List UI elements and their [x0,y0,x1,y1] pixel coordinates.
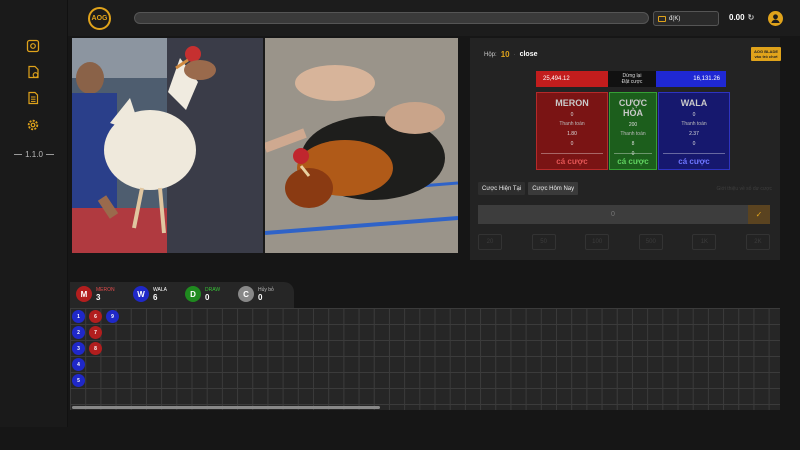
announcement-bar [134,12,649,24]
app-root: 1.1.0 AOG đ(K) 0.00 ↻ Hộp: 10 · close AO… [0,0,800,450]
draw-bet-card[interactable]: CƯỢC HÒA 200 Thanh toán 8 0 cá cược [609,92,657,170]
wala-ball: W [133,286,149,302]
legend-draw: D DRAW 0 [185,286,220,302]
meron-name: MERON [555,98,589,108]
meron-bet-card[interactable]: MERON 0 Thanh toán 1.80 0 cá cược [536,92,608,170]
wala-name: WALA [680,98,708,108]
refresh-icon[interactable]: ↻ [748,13,755,22]
round-label: Hộp: [484,51,497,58]
document-list-icon[interactable] [26,91,40,105]
divider [14,154,23,155]
chip-row: 20 50 100 500 1K 2K [478,234,770,250]
draw-name: CƯỢC HÒA [618,98,648,118]
legend-cancel-count: 0 [258,292,263,302]
balance: 0.00 ↻ [729,13,754,22]
wala-my-bet: 0 [692,141,696,147]
result-ball: 2 [72,326,85,339]
chip-500[interactable]: 500 [638,234,663,250]
legend-wala: W WALA 6 [133,286,167,302]
wallet-icon [658,15,666,22]
draw-bet-button[interactable]: cá cược [614,153,652,166]
bet-amount-input[interactable]: 0 [478,211,748,218]
meron-odds: 1.80 [567,131,577,137]
balance-value: 0.00 [729,13,745,22]
legend-meron: M MERON 3 [76,286,115,302]
chip-100[interactable]: 100 [585,234,610,250]
wallet-chip[interactable]: đ(K) [653,11,719,26]
chip-20[interactable]: 20 [478,234,502,250]
legend-meron-count: 3 [96,292,101,302]
logo[interactable]: AOG [88,7,111,30]
wallet-doc-icon[interactable] [26,65,40,79]
wala-payout-label: Thanh toán [681,121,707,127]
meron-ball: M [76,286,92,302]
bet-hint: Giới thiệu về số dư cược [716,186,773,192]
meron-payout-label: Thanh toán [559,121,585,127]
legend-wala-count: 6 [153,292,158,302]
results-scrollbar[interactable] [72,406,380,409]
chip-50[interactable]: 50 [531,234,556,250]
result-ball: 1 [72,310,85,323]
result-ball: 6 [89,310,103,323]
wala-odds: 2.37 [689,131,699,137]
wala-amount: 0 [692,112,696,118]
wala-bet-button[interactable]: cá cược [663,153,725,166]
meron-bet-button[interactable]: cá cược [541,153,603,166]
top-bar: AOG đ(K) 0.00 ↻ [68,0,800,36]
tab-today-bets[interactable]: Cược Hôm Nay [528,182,579,195]
draw-amount: 200 [628,122,638,128]
divider [45,154,54,155]
check-icon: ✓ [755,210,763,219]
draw-payout-label: Thanh toán [620,131,646,137]
bet-totals: 25,494.12 Dừng lại Đặt cược 16,131.26 [536,71,726,87]
result-ball: 3 [72,342,85,355]
wallet-label: đ(K) [669,15,681,22]
gear-icon[interactable] [26,118,40,132]
round-number: 10 [500,50,510,59]
camera-right [265,38,458,253]
separator: · [513,51,516,58]
result-ball: 9 [106,310,120,323]
betting-status-line2: Đặt cược [621,79,643,85]
result-ball: 8 [89,342,103,355]
tab-current-bets[interactable]: Cược Hiện Tại [478,182,526,195]
confirm-bet-button[interactable]: ✓ [748,205,770,224]
results-grid: 1 2 3 4 5 6 7 8 9 [70,308,780,410]
round-info: Hộp: 10 · close [484,50,538,59]
meron-my-bet: 0 [570,141,574,147]
user-icon [771,14,780,23]
meron-total: 25,494.12 [536,71,608,87]
meron-amount: 0 [570,112,574,118]
settings-box-icon[interactable] [26,39,40,53]
bet-amount-bar: 0 ✓ [478,205,770,224]
wala-total: 16,131.26 [656,71,726,87]
chip-2k[interactable]: 2K [745,234,770,250]
live-video [72,38,458,253]
result-ball: 5 [72,374,85,387]
legend-draw-count: 0 [205,292,210,302]
version-label: 1.1.0 [10,150,58,159]
blade-badge-line2: vào trò chơi [754,54,778,59]
bet-tabs: Cược Hiện Tại Cược Hôm Nay [478,182,579,195]
version-text: 1.1.0 [25,150,43,159]
round-status: close [519,51,538,58]
betting-status: Dừng lại Đặt cược [608,71,656,87]
bet-panel: Hộp: 10 · close AOG BLADE vào trò chơi 2… [470,38,781,260]
draw-ball: D [185,286,201,302]
video-frame-right [265,38,458,253]
video-frame-left [72,38,263,253]
legend-cancel: C Hủy bỏ 0 [238,286,274,302]
camera-left [72,38,263,253]
chip-1k[interactable]: 1K [692,234,717,250]
result-ball: 7 [89,326,103,339]
blade-badge[interactable]: AOG BLADE vào trò chơi [751,47,781,61]
sidebar: 1.1.0 [0,0,68,427]
wala-bet-card[interactable]: WALA 0 Thanh toán 2.37 0 cá cược [658,92,730,170]
cancel-ball: C [238,286,254,302]
draw-odds: 8 [631,141,635,147]
user-avatar[interactable] [768,11,783,26]
result-ball: 4 [72,358,85,371]
